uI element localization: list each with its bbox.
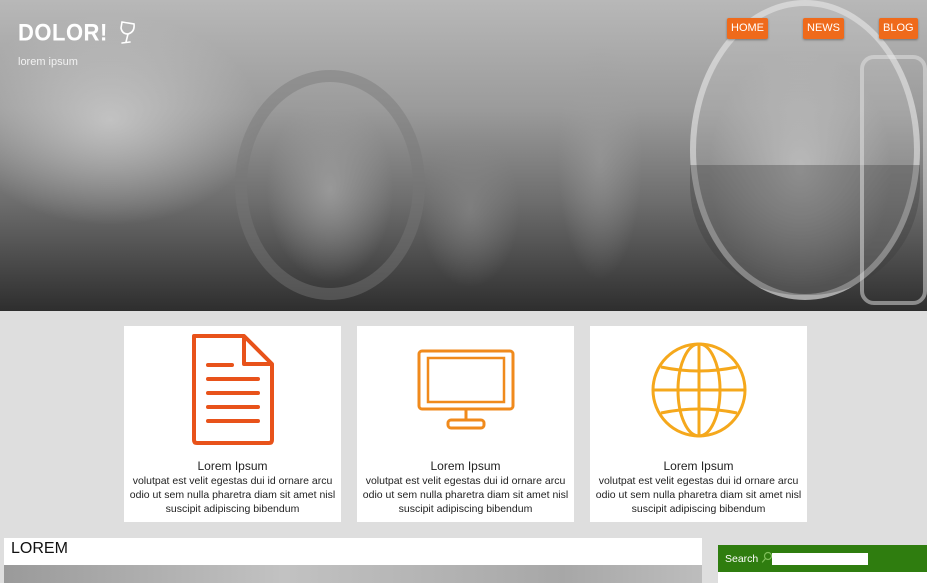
sidebar-widget [718,572,927,583]
feature-card-monitor[interactable]: Lorem Ipsum volutpat est velit egestas d… [357,326,574,522]
main-nav: HOME NEWS BLOG [0,18,927,40]
nav-news-button[interactable]: NEWS [803,18,844,39]
feature-card-globe[interactable]: Lorem Ipsum volutpat est velit egestas d… [590,326,807,522]
monitor-icon [417,349,514,429]
globe-icon [651,342,746,437]
nav-home-button[interactable]: HOME [727,18,768,39]
hero-glass-blur [235,70,425,300]
nav-blog-button[interactable]: BLOG [879,18,918,39]
card-title: Lorem Ipsum [430,459,501,473]
card-icon-wrap [590,332,807,447]
card-icon-wrap [357,332,574,447]
main-heading: LOREM [11,540,68,557]
article-image [4,565,702,583]
feature-card-document[interactable]: Lorem Ipsum volutpat est velit egestas d… [124,326,341,522]
card-body: volutpat est velit egestas dui id ornare… [595,475,802,515]
site-tagline: lorem ipsum [18,56,78,68]
hero-banner: DOLOR! lorem ipsum HOME NEWS BLOG [0,0,927,311]
sidebar-search-box: Search [718,545,927,572]
hero-glass-edge [860,55,927,305]
search-label: Search [725,553,759,565]
main-article: LOREM [4,538,702,583]
document-icon [191,334,274,445]
search-input[interactable] [772,553,868,565]
card-body: volutpat est velit egestas dui id ornare… [362,475,569,515]
card-title: Lorem Ipsum [663,459,734,473]
card-body: volutpat est velit egestas dui id ornare… [129,475,336,515]
card-icon-wrap [124,332,341,447]
card-title: Lorem Ipsum [197,459,268,473]
